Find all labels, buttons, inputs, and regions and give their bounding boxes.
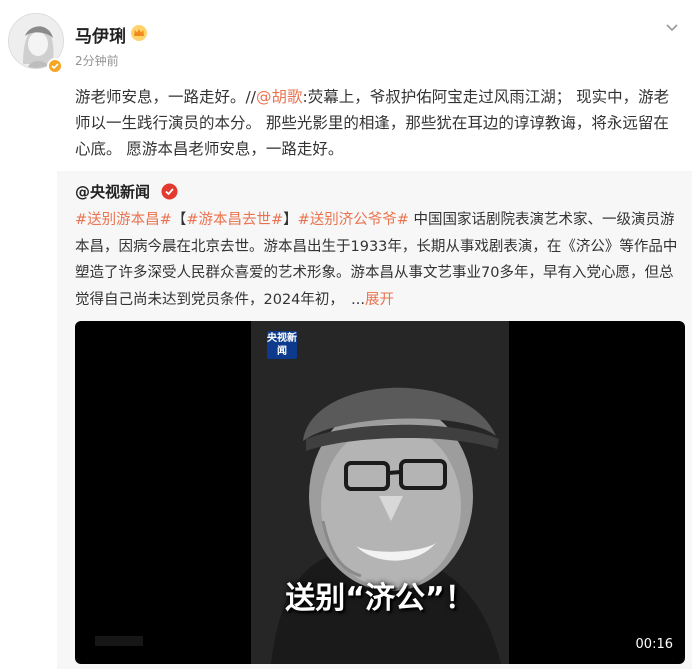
hashtag-link[interactable]: #游本昌去世# <box>186 212 283 228</box>
hashtag-link[interactable]: #送别游本昌# <box>75 212 172 228</box>
cctv-logo: 央视新闻 <box>267 331 297 359</box>
post-text: 游老师安息，一路走好。//@胡歌:荧幕上，爷叔护佑阿宝走过风雨江湖； 现实中，游… <box>75 84 675 162</box>
video-duration: 00:16 <box>635 637 673 652</box>
mention-link[interactable]: @胡歌 <box>256 88 303 106</box>
expand-link[interactable]: 展开 <box>365 292 394 308</box>
post-timestamp[interactable]: 2分钟前 <box>75 52 119 69</box>
hashtag-link[interactable]: #送别济公爷爷# <box>298 212 409 228</box>
post-header: 马伊琍 2分钟前 <box>0 0 692 84</box>
video-frame: 央视新闻 送别“济公”！ <box>251 321 509 664</box>
video-caption: 送别“济公”！ <box>285 581 475 616</box>
verified-badge-icon <box>47 58 63 74</box>
bracket-open: 【 <box>171 212 187 228</box>
repost-card[interactable]: @央视新闻 #送别游本昌#【#游本昌去世#】#送别济公爷爷# 中国国家话剧院表演… <box>57 171 692 669</box>
chevron-down-icon[interactable] <box>664 19 680 35</box>
repost-text: #送别游本昌#【#游本昌去世#】#送别济公爷爷# 中国国家话剧院表演艺术家、一级… <box>75 207 687 313</box>
post-username[interactable]: 马伊琍 <box>75 22 126 47</box>
repost-username[interactable]: @央视新闻 <box>75 181 150 202</box>
post-text-part1: 游老师安息，一路走好。// <box>75 88 256 106</box>
vip-crown-icon[interactable] <box>130 24 148 42</box>
verified-icon <box>161 183 178 200</box>
video-player[interactable]: 央视新闻 送别“济公”！ 00:16 <box>75 321 685 664</box>
video-watermark <box>95 636 143 646</box>
bracket-close: 】 <box>283 212 298 228</box>
